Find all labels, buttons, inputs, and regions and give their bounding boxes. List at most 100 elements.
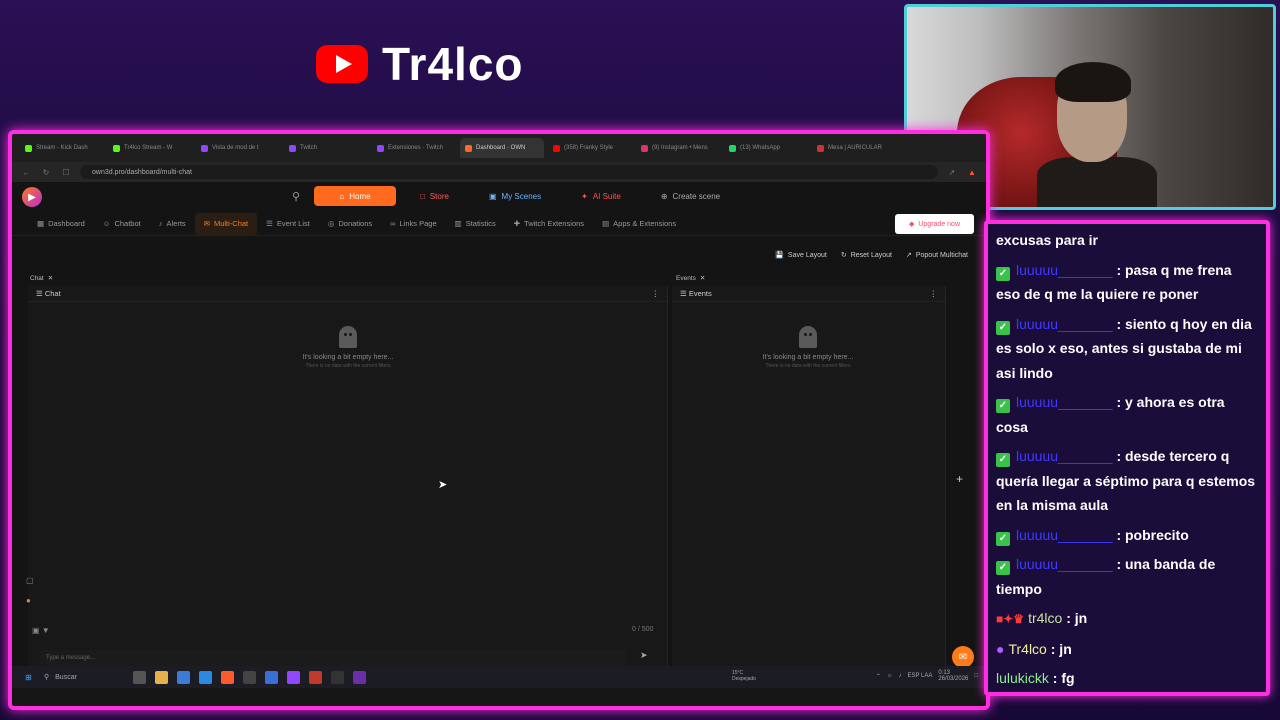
subnav-item-apps-extensions[interactable]: ▤ Apps & Extensions — [593, 213, 685, 235]
browser-tab[interactable]: Stream - Kick Dash — [20, 138, 104, 158]
check-badge-icon: ✓ — [996, 531, 1010, 546]
chat-username: luuuuu_______ — [1016, 315, 1113, 332]
home-button[interactable]: ⌂ Home — [314, 186, 396, 206]
reset-layout-button[interactable]: ↻ Reset Layout — [841, 251, 892, 260]
app-icon[interactable] — [309, 670, 322, 684]
subnav-item-alerts[interactable]: ♪ Alerts — [150, 213, 195, 235]
tab-favicon-icon — [817, 144, 824, 152]
list-icon: ☰ — [266, 219, 273, 228]
subnav-item-event-list[interactable]: ☰ Event List — [257, 213, 319, 235]
edge-icon[interactable] — [199, 670, 212, 684]
subnav-item-multi-chat[interactable]: ✉ Multi-Chat — [194, 212, 258, 235]
tab-label: (9) Instagram • Mens — [652, 145, 708, 151]
filter-icon[interactable]: ☰ — [36, 289, 43, 298]
check-badge-icon: ✓ — [996, 561, 1010, 575]
store-button[interactable]: □ Store — [404, 186, 465, 206]
browser-tab[interactable]: Mesa | AURICULAR — [812, 138, 896, 158]
subnav-item-links-page[interactable]: ∞ Links Page — [381, 213, 445, 235]
stream-chat-overlay: excusas para ir ✓ luuuuu_______ : pasa q m… — [984, 220, 1270, 696]
tab-label: Vista de mod de t — [212, 145, 259, 151]
home-label: Home — [349, 191, 371, 201]
filter-icon[interactable]: ☰ — [680, 289, 687, 298]
more-options-icon[interactable]: ⋮ — [652, 289, 660, 298]
windows-start-icon[interactable]: ⊞ — [22, 671, 35, 684]
subnav-item-dashboard[interactable]: ▦ Dashboard — [28, 213, 94, 235]
subnav-item-chatbot[interactable]: ☺ Chatbot — [94, 213, 150, 235]
popout-multichat-button[interactable]: ↗ Popout Multichat — [906, 251, 968, 260]
chat-username: Tr4lco — [1008, 640, 1047, 657]
own3d-logo-icon[interactable]: ▶ — [22, 187, 42, 207]
close-icon[interactable]: ✕ — [48, 274, 53, 282]
add-panel-icon[interactable]: + — [956, 472, 963, 486]
browser-tab[interactable]: Extensiones · Twitch — [372, 138, 456, 158]
weather-widget[interactable]: 15°C Despejado — [732, 670, 756, 682]
app-icon[interactable] — [353, 670, 366, 684]
notification-icon[interactable]: □ — [974, 673, 978, 679]
back-icon[interactable]: ← — [20, 168, 32, 177]
url-input[interactable]: own3d.pro/dashboard/multi-chat — [80, 165, 938, 179]
chat-panel: ☰ Chat ⋮ It's looking a bit empty here..… — [28, 286, 668, 684]
address-bar-row: ← ↻ ☐ own3d.pro/dashboard/multi-chat ➚ ▲ — [12, 162, 986, 182]
support-chat-icon[interactable]: ✉ — [952, 646, 974, 668]
share-icon[interactable]: ➚ — [946, 168, 958, 177]
app-icon[interactable] — [265, 670, 278, 684]
volume-icon[interactable]: ♪ — [898, 673, 901, 679]
chat-message: ● Tr4lco : jn — [996, 637, 1258, 662]
my-scenes-button[interactable]: ▣ My Scenes — [473, 186, 557, 206]
layout-toolbar: 💾 Save Layout ↻ Reset Layout ↗ Popout Mu… — [12, 242, 986, 268]
tab-favicon-icon — [641, 144, 648, 152]
tab-favicon-icon — [25, 144, 32, 152]
tab-favicon-icon — [465, 144, 472, 152]
tab-favicon-icon — [377, 144, 384, 152]
taskbar-search-label: Buscar — [55, 673, 77, 681]
browser-tab[interactable]: (358) Franky Style — [548, 138, 632, 158]
subnav-item-statistics[interactable]: ▥ Statistics — [446, 213, 505, 235]
send-icon[interactable]: ➤ — [640, 650, 648, 661]
search-icon[interactable]: ⚲ — [286, 186, 306, 206]
channel-name: Tr4lco — [382, 38, 524, 90]
browser-tab[interactable]: Twitch — [284, 138, 368, 158]
app-icon[interactable] — [331, 670, 344, 684]
chat-username: luuuuu_______ — [1016, 526, 1113, 543]
browser-tab[interactable]: (9) Instagram • Mens — [636, 138, 720, 158]
browser-tab[interactable]: Vista de mod de t — [196, 138, 280, 158]
platform-selector-icon[interactable]: ▣ ▼ — [32, 626, 50, 635]
twitch-icon[interactable]: ▢ — [26, 576, 34, 585]
obs-icon[interactable] — [243, 670, 256, 684]
create-scene-button[interactable]: ⊕ Create scene — [645, 186, 736, 206]
events-panel-tab[interactable]: Events ✕ — [676, 274, 705, 283]
browser-tab[interactable]: Dashboard · OWN — [460, 138, 544, 158]
taskbar-search[interactable]: ⚲ Buscar — [44, 673, 124, 682]
tab-label: (13) WhatsApp — [740, 145, 781, 151]
language-indicator[interactable]: ESP LAA — [907, 673, 932, 679]
file-explorer-icon[interactable] — [155, 670, 168, 684]
chevron-up-icon[interactable]: ⌃ — [876, 673, 881, 680]
subnav-item-twitch-extensions[interactable]: ✚ Twitch Extensions — [505, 213, 593, 235]
save-layout-button[interactable]: 💾 Save Layout — [775, 251, 827, 260]
kick-icon[interactable]: ● — [26, 596, 31, 605]
bookmark-icon[interactable]: ☐ — [60, 168, 72, 177]
upgrade-button[interactable]: ◆ Upgrade now — [894, 214, 974, 234]
subnav-item-donations[interactable]: ◎ Donations — [319, 213, 381, 235]
reload-icon[interactable]: ↻ — [40, 168, 52, 177]
chat-username: lulukickk — [996, 670, 1049, 686]
tab-favicon-icon — [553, 144, 560, 152]
task-view-icon[interactable] — [133, 670, 146, 684]
more-options-icon[interactable]: ⋮ — [930, 289, 938, 298]
browser-tab[interactable]: Tr4lco Stream - W — [108, 138, 192, 158]
date: 26/03/2026 — [938, 676, 969, 682]
char-counter: 0 / 500 — [632, 626, 654, 633]
chat-panel-tab[interactable]: Chat ✕ — [30, 274, 53, 283]
ghost-icon — [799, 326, 817, 348]
message-input[interactable]: Type a message... — [40, 650, 626, 666]
ai-suite-button[interactable]: ✦ AI Suite — [565, 186, 637, 206]
wifi-icon[interactable]: ☼ — [887, 673, 893, 679]
close-icon[interactable]: ✕ — [700, 274, 705, 282]
link-icon: ∞ — [390, 219, 396, 228]
store-app-icon[interactable] — [177, 670, 190, 684]
brave-shield-icon[interactable]: ▲ — [966, 168, 978, 177]
browser-tab[interactable]: (13) WhatsApp — [724, 138, 808, 158]
clock[interactable]: 0:13 26/03/2026 — [938, 670, 968, 682]
brave-icon[interactable] — [221, 670, 234, 684]
discord-icon[interactable] — [287, 670, 300, 684]
